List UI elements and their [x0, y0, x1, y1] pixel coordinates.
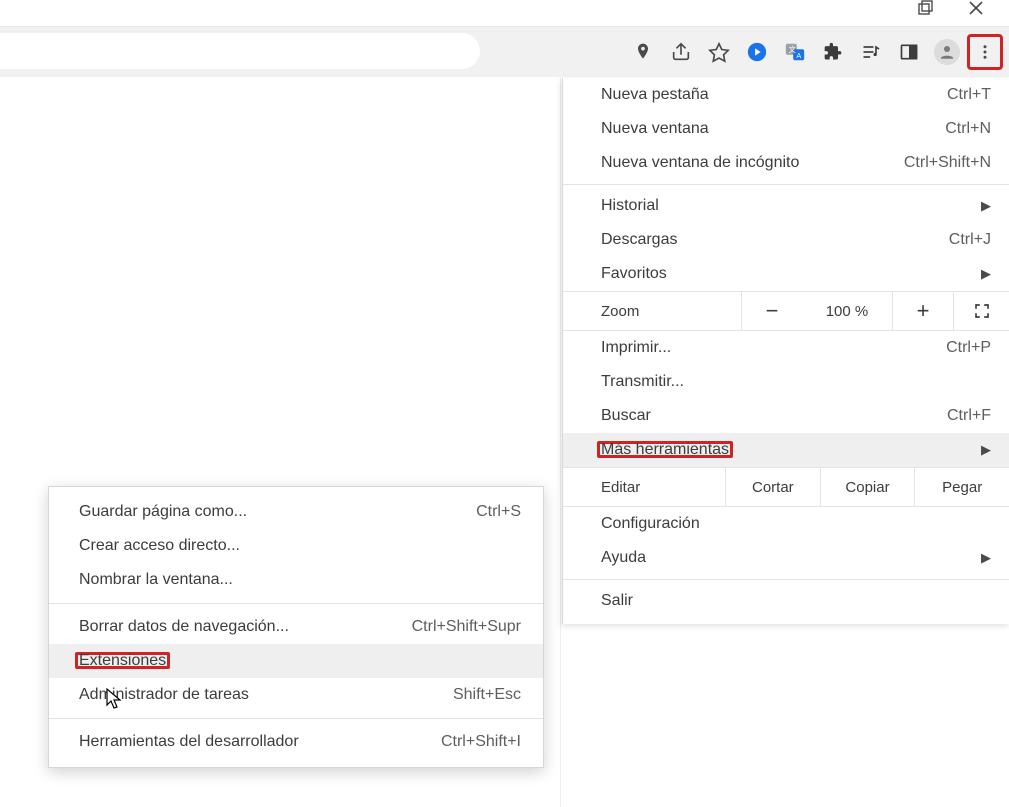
cast-play-extension-icon[interactable]	[739, 34, 775, 70]
menu-item-accelerator: Ctrl+J	[949, 231, 991, 249]
submenu-item-label: Borrar datos de navegación...	[79, 618, 412, 636]
submenu-separator	[49, 718, 543, 719]
edit-cut-button[interactable]: Cortar	[725, 468, 820, 506]
menu-item-label: Configuración	[601, 515, 991, 533]
omnibox[interactable]	[0, 33, 480, 69]
submenu-create-shortcut[interactable]: Crear acceso directo...	[49, 529, 543, 563]
submenu-item-label: Administrador de tareas	[79, 686, 453, 704]
side-panel-icon[interactable]	[891, 34, 927, 70]
zoom-percentage: 100 %	[802, 292, 892, 330]
window-maximize-button[interactable]	[903, 0, 949, 26]
menu-new-window[interactable]: Nueva ventana Ctrl+N	[563, 112, 1009, 146]
submenu-item-label: Crear acceso directo...	[79, 537, 521, 555]
menu-help[interactable]: Ayuda ▶	[563, 541, 1009, 575]
menu-exit[interactable]: Salir	[563, 584, 1009, 624]
profile-avatar-icon[interactable]	[929, 34, 965, 70]
menu-separator	[563, 579, 1009, 580]
svg-text:文: 文	[789, 45, 797, 54]
menu-item-label: Más herramientas	[601, 441, 969, 459]
menu-downloads[interactable]: Descargas Ctrl+J	[563, 223, 1009, 257]
zoom-label: Zoom	[563, 292, 741, 330]
menu-zoom-row: Zoom − 100 % +	[563, 291, 1009, 331]
submenu-save-page-as[interactable]: Guardar página como... Ctrl+S	[49, 495, 543, 529]
submenu-task-manager[interactable]: Administrador de tareas Shift+Esc	[49, 678, 543, 712]
menu-bookmarks[interactable]: Favoritos ▶	[563, 257, 1009, 291]
submenu-item-label: Herramientas del desarrollador	[79, 733, 441, 751]
fullscreen-button[interactable]	[953, 292, 1009, 330]
more-tools-submenu: Guardar página como... Ctrl+S Crear acce…	[48, 486, 544, 768]
menu-find[interactable]: Buscar Ctrl+F	[563, 399, 1009, 433]
menu-item-accelerator: Ctrl+Shift+N	[904, 154, 991, 172]
submenu-developer-tools[interactable]: Herramientas del desarrollador Ctrl+Shif…	[49, 725, 543, 759]
menu-separator	[563, 184, 1009, 185]
submenu-extensions[interactable]: Extensiones	[49, 644, 543, 678]
menu-print[interactable]: Imprimir... Ctrl+P	[563, 331, 1009, 365]
menu-item-label: Salir	[601, 592, 991, 610]
menu-item-label: Nueva pestaña	[601, 86, 935, 104]
submenu-separator	[49, 603, 543, 604]
menu-item-label: Descargas	[601, 231, 937, 249]
menu-edit-row: Editar Cortar Copiar Pegar	[563, 467, 1009, 507]
menu-item-label: Historial	[601, 197, 969, 215]
submenu-item-accelerator: Ctrl+S	[476, 503, 521, 521]
google-translate-extension-icon[interactable]: 文A	[777, 34, 813, 70]
window-titlebar	[0, 0, 1009, 26]
submenu-name-window[interactable]: Nombrar la ventana...	[49, 563, 543, 597]
submenu-caret-icon: ▶	[981, 198, 991, 214]
menu-more-tools[interactable]: Más herramientas ▶	[563, 433, 1009, 467]
browser-toolbar: 文A	[0, 26, 1009, 77]
media-playlist-icon[interactable]	[853, 34, 889, 70]
menu-item-label: Buscar	[601, 407, 935, 425]
zoom-out-button[interactable]: −	[741, 292, 802, 330]
menu-item-label: Ayuda	[601, 549, 969, 567]
submenu-item-accelerator: Ctrl+Shift+Supr	[412, 618, 521, 636]
bookmark-star-icon[interactable]	[701, 34, 737, 70]
submenu-item-label: Guardar página como...	[79, 503, 476, 521]
menu-new-tab[interactable]: Nueva pestaña Ctrl+T	[563, 78, 1009, 112]
submenu-caret-icon: ▶	[981, 442, 991, 458]
menu-item-label: Transmitir...	[601, 373, 991, 391]
menu-item-accelerator: Ctrl+F	[947, 407, 991, 425]
menu-item-label: Imprimir...	[601, 339, 934, 357]
extensions-puzzle-icon[interactable]	[815, 34, 851, 70]
submenu-item-accelerator: Ctrl+Shift+I	[441, 733, 521, 751]
menu-item-label: Nueva ventana	[601, 120, 933, 138]
menu-item-accelerator: Ctrl+T	[947, 86, 991, 104]
window-close-button[interactable]	[953, 0, 999, 26]
menu-history[interactable]: Historial ▶	[563, 189, 1009, 223]
location-pin-icon[interactable]	[625, 34, 661, 70]
menu-item-label: Favoritos	[601, 265, 969, 283]
submenu-clear-browsing-data[interactable]: Borrar datos de navegación... Ctrl+Shift…	[49, 610, 543, 644]
edit-label: Editar	[563, 468, 725, 506]
menu-settings[interactable]: Configuración	[563, 507, 1009, 541]
svg-text:A: A	[796, 51, 801, 60]
submenu-caret-icon: ▶	[981, 550, 991, 566]
share-icon[interactable]	[663, 34, 699, 70]
submenu-caret-icon: ▶	[981, 266, 991, 282]
zoom-in-button[interactable]: +	[892, 292, 953, 330]
submenu-item-accelerator: Shift+Esc	[453, 686, 521, 704]
edit-paste-button[interactable]: Pegar	[914, 468, 1009, 506]
menu-item-accelerator: Ctrl+P	[946, 339, 991, 357]
menu-cast[interactable]: Transmitir...	[563, 365, 1009, 399]
submenu-item-label: Nombrar la ventana...	[79, 571, 521, 589]
menu-item-label: Nueva ventana de incógnito	[601, 154, 892, 172]
kebab-menu-icon[interactable]	[967, 34, 1003, 70]
edit-copy-button[interactable]: Copiar	[820, 468, 915, 506]
menu-item-accelerator: Ctrl+N	[945, 120, 991, 138]
submenu-item-label: Extensiones	[79, 652, 521, 670]
menu-incognito[interactable]: Nueva ventana de incógnito Ctrl+Shift+N	[563, 146, 1009, 180]
chrome-main-menu: Nueva pestaña Ctrl+T Nueva ventana Ctrl+…	[562, 78, 1009, 624]
